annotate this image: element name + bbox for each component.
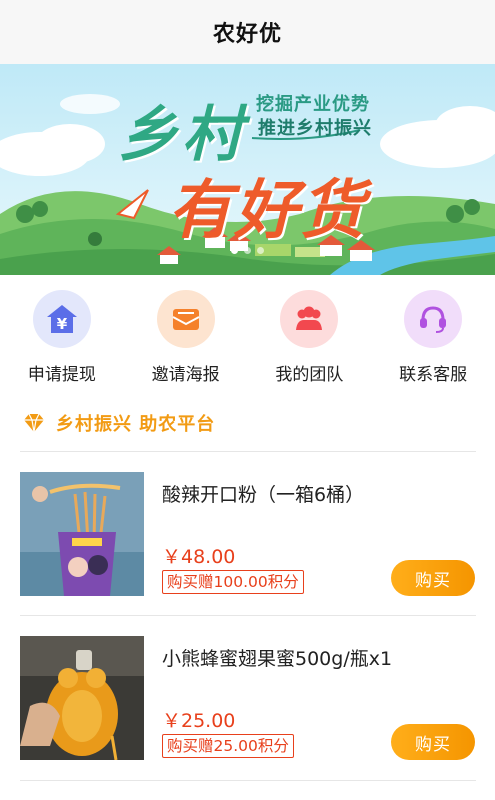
- yuan-home-icon: ¥: [32, 290, 91, 348]
- banner-tagline-1: 挖掘产业优势: [256, 94, 370, 115]
- product-name: 酸辣开口粉（一箱6桶）: [162, 484, 365, 506]
- product-price: ￥48.00: [162, 546, 236, 568]
- promo-banner[interactable]: 挖掘产业优势 推进乡村振兴 乡村 有好货: [0, 64, 495, 275]
- app-header: 农好优: [0, 0, 495, 64]
- product-card[interactable]: 小熊蜂蜜翅果蜜500g/瓶x1 ￥25.00 购买赠25.00积分 购买: [20, 636, 476, 762]
- product-card[interactable]: 酸辣开口粉（一箱6桶） ￥48.00 购买赠100.00积分 购买: [20, 472, 476, 598]
- quick-action-label: 申请提现: [27, 365, 96, 385]
- product-name: 小熊蜂蜜翅果蜜500g/瓶x1: [162, 648, 393, 670]
- section-title: 乡村振兴 助农平台: [56, 414, 216, 435]
- divider: [20, 451, 476, 452]
- envelope-icon: [156, 290, 215, 348]
- section-heading: 乡村振兴 助农平台: [22, 408, 215, 438]
- product-image[interactable]: [20, 472, 144, 596]
- points-badge: 购买赠100.00积分: [162, 570, 304, 594]
- buy-button[interactable]: 购买: [391, 560, 475, 596]
- carousel-dot[interactable]: [231, 247, 238, 254]
- quick-action-poster[interactable]: 邀请海报: [124, 290, 248, 398]
- product-image[interactable]: [20, 636, 144, 760]
- quick-action-label: 我的团队: [275, 365, 344, 385]
- team-icon: [280, 290, 339, 348]
- carousel-dot[interactable]: [244, 247, 251, 254]
- headset-icon: [404, 290, 463, 348]
- quick-action-label: 邀请海报: [151, 365, 220, 385]
- carousel-dot[interactable]: [257, 247, 264, 254]
- svg-text:¥: ¥: [57, 315, 68, 333]
- diamond-icon: [24, 413, 44, 433]
- buy-button[interactable]: 购买: [391, 724, 475, 760]
- quick-action-withdraw[interactable]: ¥ 申请提现: [0, 290, 124, 398]
- banner-tagline-2: 推进乡村振兴: [258, 118, 372, 139]
- divider: [20, 780, 476, 781]
- product-price: ￥25.00: [162, 710, 236, 732]
- page-title: 农好优: [212, 22, 282, 47]
- divider: [20, 615, 476, 616]
- carousel-dots: [0, 247, 495, 254]
- quick-actions: ¥ 申请提现 邀请海报 我的团队 联系客服: [0, 290, 495, 398]
- banner-headline-2: 有好货: [168, 173, 366, 248]
- quick-action-label: 联系客服: [399, 365, 468, 385]
- quick-action-support[interactable]: 联系客服: [371, 290, 495, 398]
- points-badge: 购买赠25.00积分: [162, 734, 294, 758]
- quick-action-team[interactable]: 我的团队: [248, 290, 372, 398]
